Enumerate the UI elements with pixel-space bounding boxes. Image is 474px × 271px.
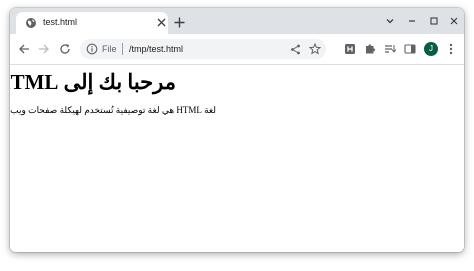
side-panel-icon[interactable] xyxy=(403,42,417,56)
reading-list-icon[interactable] xyxy=(383,42,397,56)
toolbar: File /tmp/test.html J xyxy=(10,34,464,65)
new-tab-icon[interactable] xyxy=(172,15,186,29)
tab-title: test.html xyxy=(43,17,78,27)
scheme-label: File xyxy=(102,44,117,54)
page-heading: مرحبا بك إلى HTML xyxy=(10,70,176,94)
forward-arrow-icon[interactable] xyxy=(37,42,51,56)
page-paragraph: لغة HTML هي لغة توصيفية تُستخدم لهيكلة ص… xyxy=(10,105,216,115)
back-arrow-icon[interactable] xyxy=(17,42,31,56)
page-viewport: مرحبا بك إلى HTML لغة HTML هي لغة توصيفي… xyxy=(10,65,464,252)
close-tab-icon[interactable] xyxy=(156,17,167,28)
maximize-icon[interactable] xyxy=(428,15,440,27)
puzzle-extensions-icon[interactable] xyxy=(363,42,377,56)
tab-strip: test.html xyxy=(10,8,464,34)
profile-avatar[interactable]: J xyxy=(424,42,438,56)
bookmark-star-icon[interactable] xyxy=(308,42,322,56)
reload-icon[interactable] xyxy=(58,42,72,56)
chevron-down-icon[interactable] xyxy=(384,15,396,27)
info-icon[interactable] xyxy=(86,43,98,55)
minimize-icon[interactable] xyxy=(406,15,418,27)
globe-icon xyxy=(25,17,37,29)
h-extension-icon[interactable] xyxy=(343,42,357,56)
tab-active[interactable]: test.html xyxy=(16,12,168,34)
browser-window: test.html File /tmp/test.html J مرحبا بك… xyxy=(10,8,464,252)
share-icon[interactable] xyxy=(288,42,302,56)
omnibox-divider xyxy=(122,43,123,55)
url-text[interactable]: /tmp/test.html xyxy=(129,43,183,55)
more-menu-icon[interactable] xyxy=(444,42,458,56)
close-icon[interactable] xyxy=(448,15,460,27)
address-bar[interactable]: File /tmp/test.html xyxy=(80,39,326,59)
